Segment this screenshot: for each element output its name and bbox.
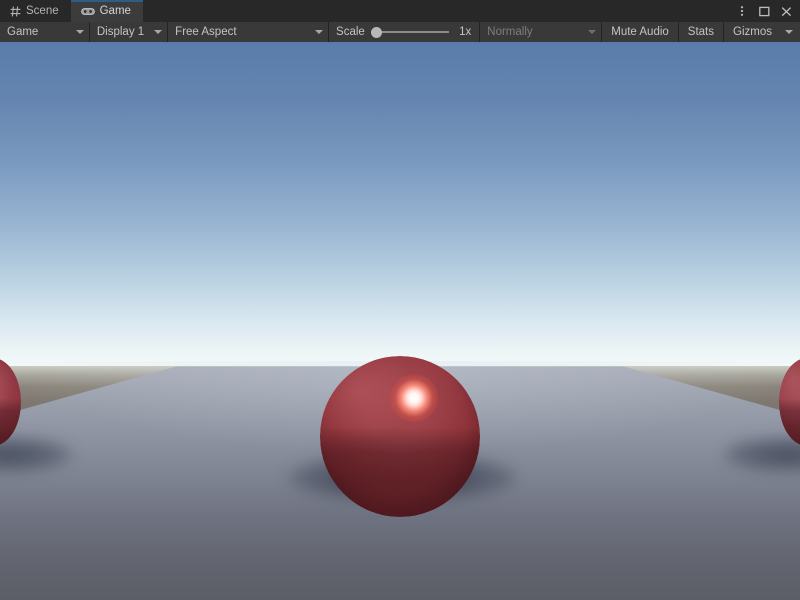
stats-label: Stats — [688, 26, 714, 38]
chevron-down-icon — [154, 30, 162, 34]
close-icon[interactable] — [776, 1, 796, 21]
gizmos-button[interactable]: Gizmos — [724, 22, 781, 42]
tab-scene-label: Scene — [26, 5, 59, 17]
play-mode-label: Normally — [487, 26, 588, 38]
scale-slider-group[interactable]: Scale 1x — [329, 22, 480, 42]
game-view-toolbar: Game Display 1 Free Aspect Scale 1x Norm… — [0, 22, 800, 44]
chevron-down-icon — [76, 30, 84, 34]
gizmos-dropdown[interactable] — [781, 22, 800, 42]
tab-game-label: Game — [100, 5, 131, 17]
more-options-icon[interactable] — [732, 1, 752, 21]
chevron-down-icon — [588, 30, 596, 34]
aspect-ratio-dropdown[interactable]: Free Aspect — [168, 22, 329, 42]
play-mode-dropdown[interactable]: Normally — [480, 22, 602, 42]
tab-scene[interactable]: Scene — [0, 0, 71, 22]
gamepad-icon — [81, 6, 95, 17]
target-display-type-label: Game — [7, 26, 76, 38]
grid-icon — [10, 6, 21, 17]
chevron-down-icon — [315, 30, 323, 34]
stats-button[interactable]: Stats — [679, 22, 724, 42]
scale-slider-handle[interactable] — [371, 27, 382, 38]
scale-label: Scale — [336, 26, 365, 38]
mute-audio-label: Mute Audio — [611, 26, 669, 38]
scale-slider-track — [371, 31, 449, 33]
aspect-ratio-label: Free Aspect — [175, 26, 315, 38]
game-view-render[interactable] — [0, 44, 800, 600]
tab-game[interactable]: Game — [71, 0, 143, 22]
scale-slider[interactable] — [371, 25, 449, 39]
sky-gradient — [0, 44, 800, 397]
chevron-down-icon — [785, 30, 793, 34]
scale-value: 1x — [455, 26, 471, 38]
display-dropdown[interactable]: Display 1 — [90, 22, 168, 42]
unity-game-window: Scene Game — [0, 0, 800, 600]
window-controls — [732, 0, 796, 22]
tab-bar: Scene Game — [0, 0, 800, 22]
display-label: Display 1 — [97, 26, 154, 38]
sphere-center — [320, 356, 480, 516]
target-display-type-dropdown[interactable]: Game — [0, 22, 90, 42]
gizmos-label: Gizmos — [733, 26, 772, 38]
maximize-icon[interactable] — [754, 1, 774, 21]
mute-audio-button[interactable]: Mute Audio — [602, 22, 679, 42]
